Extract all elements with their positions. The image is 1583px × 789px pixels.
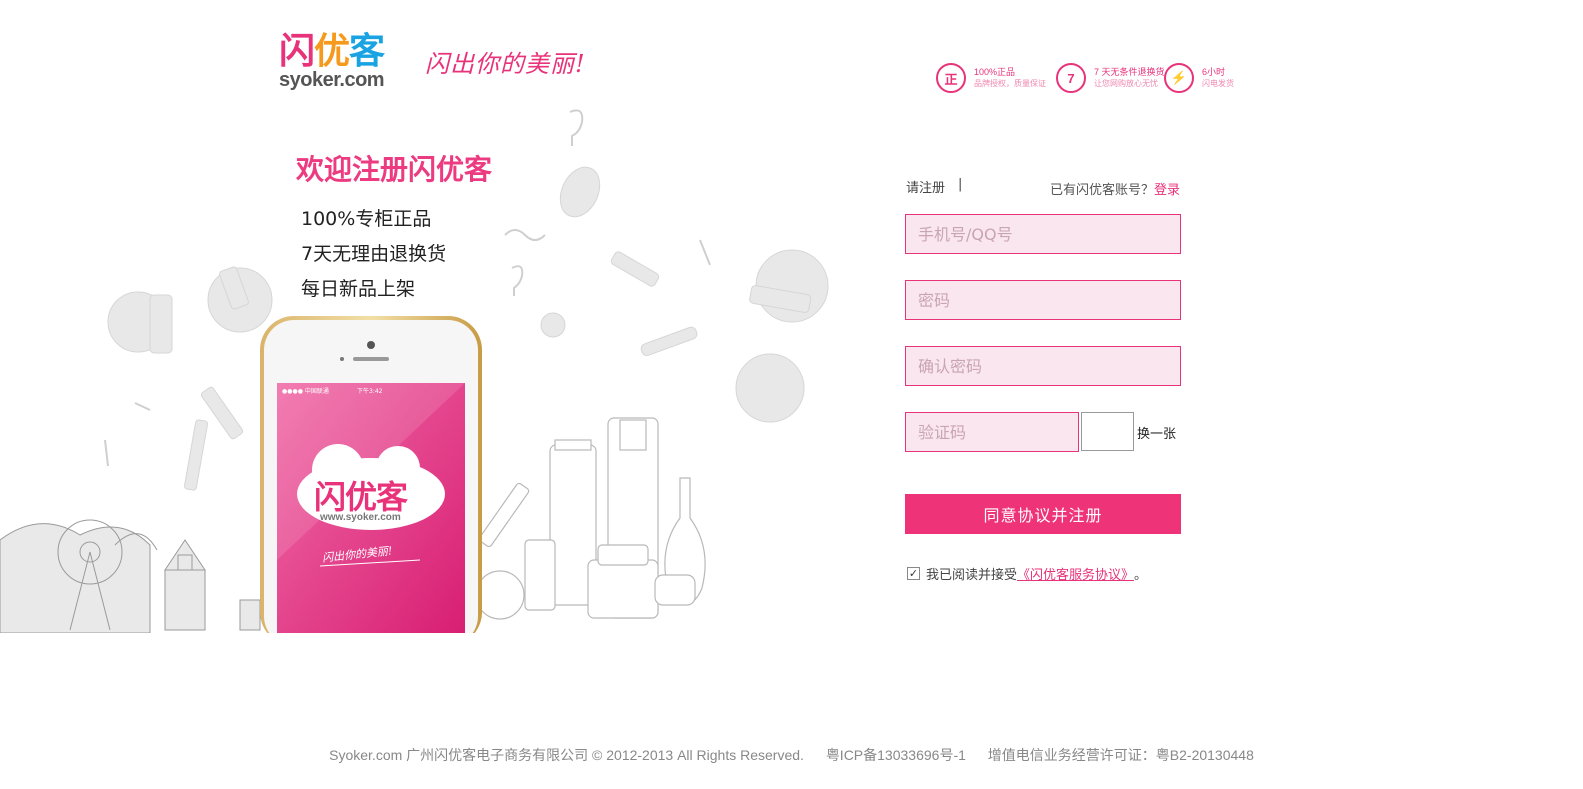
footer-license: 增值电信业务经营许可证：粤B2-20130448 [987,747,1254,763]
captcha-refresh-link[interactable]: 换一张 [1137,423,1176,442]
have-account-text: 已有闪优客账号？ [1049,183,1154,198]
tab-separator: | [958,177,963,192]
promise-genuine: 正 100%正品 品牌授权，质量保证 [936,62,1046,94]
password-input[interactable] [905,280,1181,320]
agree-suffix: 。 [1134,568,1148,583]
logo-char-1: 闪 [279,31,315,72]
logo-char-3: 客 [349,31,385,72]
promise-genuine-desc: 品牌授权，质量保证 [974,79,1046,88]
agree-prefix: 我已阅读并接受 [926,568,1018,583]
footer: Syoker.com 广州闪优客电子商务有限公司 © 2012-2013 All… [0,745,1583,765]
promise-return: 7 7 天无条件退换货 让您网购放心无忧 [1056,62,1165,94]
promise-genuine-title: 100%正品 [974,67,1016,77]
footer-copyright: Syoker.com 广州闪优客电子商务有限公司 © 2012-2013 All… [329,747,804,763]
footer-icp[interactable]: 粤ICP备13033696号-1 [826,747,966,763]
register-button[interactable]: 同意协议并注册 [905,494,1181,534]
promise-return-title: 7 天无条件退换货 [1094,67,1165,77]
promise-shipping: ⚡ 6小时 闪电发货 [1164,62,1234,94]
feature-item: 100%专柜正品 [301,208,432,230]
promise-shipping-title: 6小时 [1202,67,1226,77]
phone-qq-input[interactable] [905,214,1181,254]
seven-day-icon: 7 [1056,63,1086,93]
site-logo[interactable]: 闪优客 syoker.com [279,32,401,94]
captcha-image[interactable] [1081,412,1134,451]
feature-item: 7天无理由退换货 [301,243,447,265]
phone-status-carrier: ●●●● 中国联通 [282,388,329,395]
feature-list: 100%专柜正品 7天无理由退换货 每日新品上架 [301,202,446,307]
phone-status-time: 下午3:42 [357,388,383,395]
confirm-password-input[interactable] [905,346,1181,386]
logo-char-2: 优 [314,31,350,72]
lightning-icon: ⚡ [1164,63,1194,93]
welcome-title: 欢迎注册闪优客 [296,153,493,186]
feature-item: 每日新品上架 [301,278,416,300]
logo-domain: syoker.com [279,69,385,91]
agreement-row: ✓ 我已阅读并接受 《闪优客服务协议》。 [907,564,1147,583]
agree-checkbox[interactable]: ✓ [907,567,920,580]
tab-register[interactable]: 请注册 [906,177,945,196]
captcha-input[interactable] [905,412,1079,452]
header-slogan: 闪出你的美丽! [425,50,586,78]
genuine-badge-icon: 正 [936,63,966,93]
promise-shipping-desc: 闪电发货 [1202,79,1234,88]
form-tabs: 请注册 | 已有闪优客账号？登录 [906,177,1180,199]
service-agreement-link[interactable]: 《闪优客服务协议》 [1017,564,1134,583]
promise-return-desc: 让您网购放心无忧 [1094,79,1158,88]
login-prompt: 已有闪优客账号？登录 [1050,179,1180,198]
login-link[interactable]: 登录 [1154,183,1180,198]
phone-app-url: www.syoker.com [320,512,401,523]
